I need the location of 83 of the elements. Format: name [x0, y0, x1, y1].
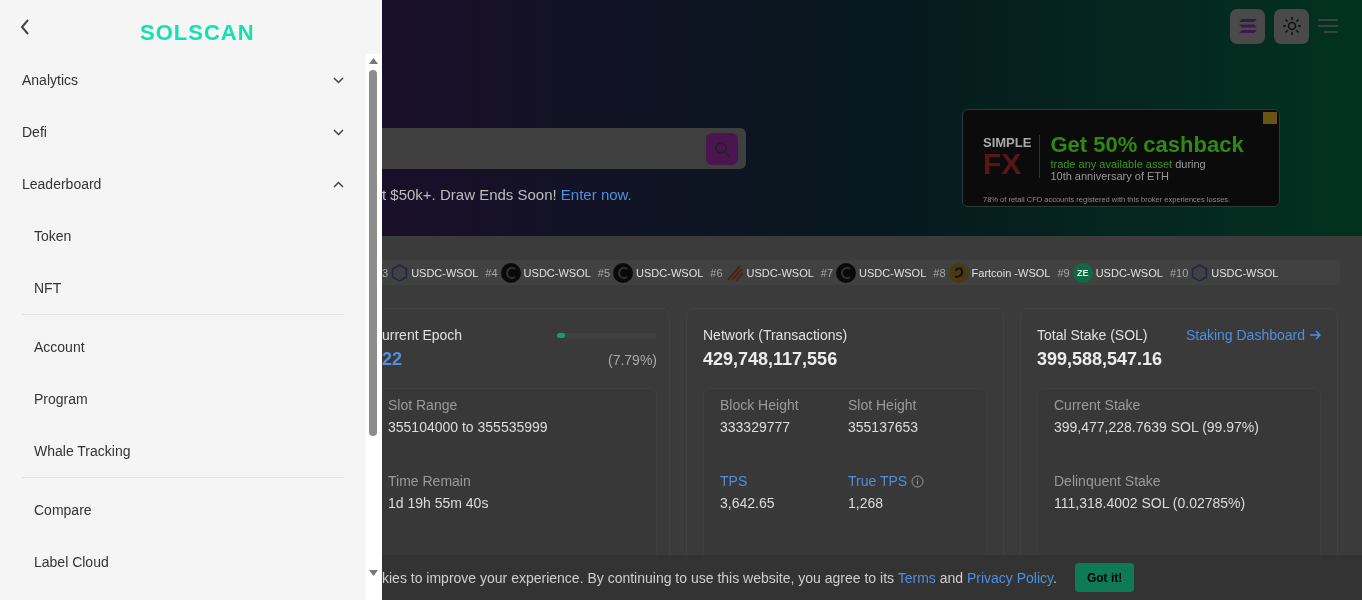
stat-value: 333329777 [720, 419, 792, 435]
stripes-logo-icon [1237, 18, 1258, 34]
rank-text: #8 [933, 266, 946, 279]
stat-value: 355104000 to 355535999 [388, 419, 549, 435]
pair-link[interactable]: Fartcoin -WSOL [971, 266, 1051, 279]
pair-link[interactable]: USDC-WSOL [1095, 266, 1163, 279]
submenu-item[interactable]: Compare [22, 484, 344, 536]
stat-label[interactable]: True TPS [848, 473, 970, 489]
privacy-link[interactable]: Privacy Policy [966, 569, 1054, 586]
stat-value: 399,477,228.7639 SOL (99.97%) [1054, 419, 1260, 435]
token-icon [500, 262, 521, 283]
chevron-up-icon [333, 180, 344, 188]
stat-label: Slot Height [848, 397, 918, 413]
ad-text: trade any available asset during [1050, 157, 1207, 170]
pair-link[interactable]: USDC-WSOL [746, 266, 814, 279]
stat-value: 355137653 [848, 419, 920, 435]
token-icon [948, 262, 969, 283]
stat-label: Delinquent Stake [1054, 473, 1162, 489]
chevron-down-icon [333, 128, 344, 136]
search-icon [714, 140, 730, 157]
percent-text: (7.79%) [607, 351, 657, 368]
pair-link[interactable]: USDC-WSOL [1211, 266, 1279, 279]
card-title: Total Stake (SOL) [1037, 327, 1148, 343]
submenu-item[interactable]: Program [22, 373, 344, 425]
card-title: Network (Transactions) [703, 327, 848, 343]
submenu-item[interactable]: Token [22, 210, 344, 262]
rank-text: #5 [597, 266, 611, 279]
ad-close-icon[interactable] [1263, 112, 1277, 124]
submenu-item[interactable]: Label Cloud [22, 536, 344, 588]
enter-link[interactable]: Enter now. [560, 186, 632, 203]
submenu-item[interactable]: NFT [22, 262, 344, 314]
stat-value: 111,318.4002 SOL (0.02785%) [1054, 495, 1247, 511]
ad-text: 10th anniversary of ETH [1050, 169, 1171, 182]
card-value: 399,588,547.16 [1037, 349, 1163, 370]
rank-text: #10 [1169, 266, 1189, 279]
network-button[interactable] [1230, 8, 1265, 44]
submenu-item[interactable]: Account [22, 321, 344, 373]
stat-value: 1,268 [848, 495, 885, 511]
theme-button[interactable] [1274, 8, 1309, 44]
rank-text: #6 [710, 266, 723, 279]
menu-icon[interactable] [1318, 19, 1338, 33]
token-icon [1191, 263, 1209, 282]
ad-brand: FX [983, 150, 1023, 178]
stat-label: Slot Range [388, 397, 459, 413]
token-icon [613, 262, 634, 283]
stat-value: 3,642.65 [720, 495, 776, 511]
sun-icon [1282, 17, 1301, 35]
pair-link[interactable]: USDC-WSOL [411, 266, 479, 279]
token-icon: ZE [1072, 262, 1093, 283]
stat-value: 1d 19h 55m 40s [388, 495, 490, 511]
arrow-right-icon [1309, 329, 1321, 341]
token-icon [725, 263, 744, 282]
stat-label: Block Height [720, 397, 800, 413]
rank-text: #7 [820, 266, 834, 279]
submenu-item[interactable]: Whale Tracking [22, 425, 344, 477]
search-button[interactable] [706, 132, 738, 165]
menu-item[interactable]: Analytics [22, 54, 344, 106]
pair-link[interactable]: USDC-WSOL [636, 266, 704, 279]
scrollbar[interactable] [366, 54, 382, 600]
stat-label[interactable]: TPS [720, 473, 848, 489]
token-icon [836, 262, 857, 283]
ad-brand: SIMPLE [983, 135, 1032, 150]
pair-link[interactable]: USDC-WSOL [523, 266, 591, 279]
rank-text: 3 [382, 266, 389, 279]
stat-label: Current Stake [1054, 397, 1142, 413]
rank-text: #4 [485, 266, 498, 279]
chevron-down-icon [333, 76, 344, 84]
got-it-button[interactable]: Got it! [1074, 563, 1135, 592]
stat-label: Time Remain [388, 473, 472, 489]
pair-link[interactable]: USDC-WSOL [859, 266, 927, 279]
menu-item[interactable]: Defi [22, 106, 344, 158]
scroll-up-icon[interactable] [369, 58, 378, 64]
card-title: urrent Epoch [382, 327, 463, 343]
ad-headline: Get 50% cashback [1050, 131, 1244, 158]
announcement-text: t $50k+. Draw Ends Soon! Enter now. [382, 186, 633, 203]
terms-link[interactable]: Terms [897, 569, 936, 586]
menu-item[interactable]: Leaderboard [22, 158, 344, 210]
scroll-down-icon[interactable] [369, 570, 378, 576]
cookie-text: kies to improve your experience. By continuing to use this website, you agree to its Terms and Privacy Policy. [382, 569, 1057, 586]
search-field[interactable] [382, 128, 746, 169]
rank-text: #9 [1057, 266, 1070, 279]
token-icon [391, 263, 409, 282]
card-value: 429,748,117,556 [703, 349, 838, 370]
